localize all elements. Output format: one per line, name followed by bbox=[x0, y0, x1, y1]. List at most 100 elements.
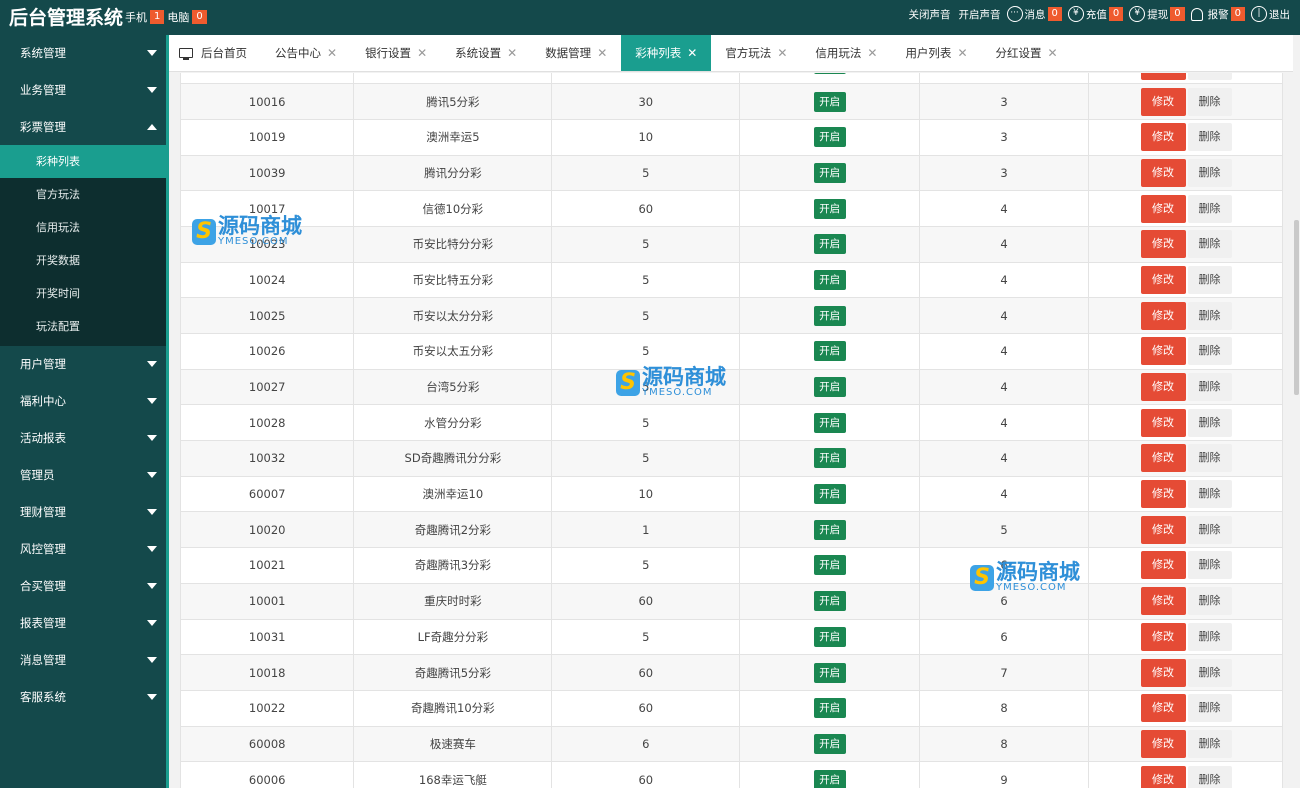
edit-button[interactable]: 修改 bbox=[1140, 337, 1186, 366]
delete-button[interactable]: 删除 bbox=[1187, 408, 1232, 437]
sound-on-link[interactable]: 开启声音 bbox=[959, 7, 1001, 22]
status-open-button[interactable]: 开启 bbox=[813, 341, 846, 362]
delete-button[interactable]: 删除 bbox=[1187, 87, 1232, 116]
scrollbar-thumb[interactable] bbox=[1294, 220, 1299, 395]
edit-button[interactable]: 修改 bbox=[1140, 480, 1186, 509]
delete-button[interactable]: 删除 bbox=[1187, 694, 1232, 723]
delete-button[interactable]: 删除 bbox=[1187, 587, 1232, 616]
menu-support[interactable]: 客服系统 bbox=[0, 679, 166, 716]
delete-button[interactable]: 删除 bbox=[1187, 73, 1232, 80]
edit-button[interactable]: 修改 bbox=[1140, 373, 1186, 402]
submenu-official-play[interactable]: 官方玩法 bbox=[0, 178, 166, 211]
edit-button[interactable]: 修改 bbox=[1140, 73, 1186, 80]
delete-button[interactable]: 删除 bbox=[1187, 658, 1232, 687]
status-open-button[interactable]: 开启 bbox=[813, 162, 846, 183]
menu-welfare[interactable]: 福利中心 bbox=[0, 383, 166, 420]
close-icon[interactable]: ✕ bbox=[687, 46, 697, 60]
tab-data-management[interactable]: 数据管理 ✕ bbox=[531, 35, 621, 71]
sound-off-link[interactable]: 关闭声音 bbox=[909, 7, 951, 22]
tab-dividend-settings[interactable]: 分红设置 ✕ bbox=[982, 35, 1072, 71]
edit-button[interactable]: 修改 bbox=[1140, 87, 1186, 116]
status-open-button[interactable]: 开启 bbox=[813, 555, 846, 576]
edit-button[interactable]: 修改 bbox=[1140, 515, 1186, 544]
edit-button[interactable]: 修改 bbox=[1140, 587, 1186, 616]
edit-button[interactable]: 修改 bbox=[1140, 729, 1186, 758]
edit-button[interactable]: 修改 bbox=[1140, 301, 1186, 330]
close-icon[interactable]: ✕ bbox=[1048, 46, 1058, 60]
edit-button[interactable]: 修改 bbox=[1140, 444, 1186, 473]
status-open-button[interactable]: 开启 bbox=[813, 269, 846, 290]
delete-button[interactable]: 删除 bbox=[1187, 373, 1232, 402]
edit-button[interactable]: 修改 bbox=[1140, 265, 1186, 294]
delete-button[interactable]: 删除 bbox=[1187, 337, 1232, 366]
status-open-button[interactable]: 开启 bbox=[813, 769, 846, 788]
edit-button[interactable]: 修改 bbox=[1140, 622, 1186, 651]
close-icon[interactable]: ✕ bbox=[327, 46, 337, 60]
delete-button[interactable]: 删除 bbox=[1187, 194, 1232, 223]
menu-group-buy[interactable]: 合买管理 bbox=[0, 568, 166, 605]
status-open-button[interactable]: 开启 bbox=[813, 484, 846, 505]
close-icon[interactable]: ✕ bbox=[417, 46, 427, 60]
tab-system-settings[interactable]: 系统设置 ✕ bbox=[441, 35, 531, 71]
delete-button[interactable]: 删除 bbox=[1187, 265, 1232, 294]
delete-button[interactable]: 删除 bbox=[1187, 444, 1232, 473]
status-open-button[interactable]: 开启 bbox=[813, 591, 846, 612]
tab-home[interactable]: 后台首页 bbox=[169, 35, 261, 71]
page-scrollbar[interactable] bbox=[1293, 35, 1300, 788]
menu-business[interactable]: 业务管理 bbox=[0, 72, 166, 109]
menu-system[interactable]: 系统管理 bbox=[0, 35, 166, 72]
close-icon[interactable]: ✕ bbox=[867, 46, 877, 60]
withdraw-button[interactable]: ¥ 提现 0 bbox=[1129, 6, 1185, 22]
delete-button[interactable]: 删除 bbox=[1187, 515, 1232, 544]
edit-button[interactable]: 修改 bbox=[1140, 194, 1186, 223]
recharge-button[interactable]: ¥ 充值 0 bbox=[1067, 6, 1124, 22]
delete-button[interactable]: 删除 bbox=[1187, 622, 1232, 651]
status-open-button[interactable]: 开启 bbox=[813, 519, 846, 540]
status-open-button[interactable]: 开启 bbox=[813, 662, 846, 683]
messages-button[interactable]: ··· 消息 0 bbox=[1006, 6, 1062, 22]
tab-credit-play[interactable]: 信用玩法 ✕ bbox=[801, 35, 891, 71]
submenu-lottery-list[interactable]: 彩种列表 bbox=[0, 145, 166, 178]
delete-button[interactable]: 删除 bbox=[1187, 230, 1232, 259]
delete-button[interactable]: 删除 bbox=[1187, 765, 1232, 788]
menu-activity-report[interactable]: 活动报表 bbox=[0, 420, 166, 457]
edit-button[interactable]: 修改 bbox=[1140, 230, 1186, 259]
status-open-button[interactable]: 开启 bbox=[813, 733, 846, 754]
close-icon[interactable]: ✕ bbox=[597, 46, 607, 60]
delete-button[interactable]: 删除 bbox=[1187, 480, 1232, 509]
delete-button[interactable]: 删除 bbox=[1187, 123, 1232, 152]
submenu-play-config[interactable]: 玩法配置 bbox=[0, 310, 166, 343]
edit-button[interactable]: 修改 bbox=[1140, 408, 1186, 437]
tab-user-list[interactable]: 用户列表 ✕ bbox=[891, 35, 981, 71]
submenu-draw-time[interactable]: 开奖时间 bbox=[0, 277, 166, 310]
status-open-button[interactable]: 开启 bbox=[813, 448, 846, 469]
tab-lottery-list[interactable]: 彩种列表 ✕ bbox=[621, 35, 712, 71]
close-icon[interactable]: ✕ bbox=[957, 46, 967, 60]
submenu-draw-data[interactable]: 开奖数据 bbox=[0, 244, 166, 277]
edit-button[interactable]: 修改 bbox=[1140, 658, 1186, 687]
status-open-button[interactable]: 开启 bbox=[813, 234, 846, 255]
status-open-button[interactable]: 开启 bbox=[813, 377, 846, 398]
status-open-button[interactable]: 开启 bbox=[813, 698, 846, 719]
status-open-button[interactable] bbox=[813, 73, 846, 75]
menu-admins[interactable]: 管理员 bbox=[0, 457, 166, 494]
submenu-credit-play[interactable]: 信用玩法 bbox=[0, 211, 166, 244]
tab-bank-settings[interactable]: 银行设置 ✕ bbox=[351, 35, 441, 71]
edit-button[interactable]: 修改 bbox=[1140, 158, 1186, 187]
edit-button[interactable]: 修改 bbox=[1140, 694, 1186, 723]
edit-button[interactable]: 修改 bbox=[1140, 765, 1186, 788]
menu-finance[interactable]: 理财管理 bbox=[0, 494, 166, 531]
alarm-button[interactable]: 报警 0 bbox=[1190, 7, 1245, 22]
status-open-button[interactable]: 开启 bbox=[813, 127, 846, 148]
menu-messages[interactable]: 消息管理 bbox=[0, 642, 166, 679]
tab-official-play[interactable]: 官方玩法 ✕ bbox=[711, 35, 801, 71]
delete-button[interactable]: 删除 bbox=[1187, 301, 1232, 330]
status-open-button[interactable]: 开启 bbox=[813, 626, 846, 647]
menu-lottery[interactable]: 彩票管理 bbox=[0, 109, 166, 146]
tab-announcements[interactable]: 公告中心 ✕ bbox=[261, 35, 351, 71]
logout-button[interactable]: | 退出 bbox=[1251, 6, 1290, 22]
menu-reports[interactable]: 报表管理 bbox=[0, 605, 166, 642]
status-open-button[interactable]: 开启 bbox=[813, 198, 846, 219]
status-open-button[interactable]: 开启 bbox=[813, 412, 846, 433]
delete-button[interactable]: 删除 bbox=[1187, 551, 1232, 580]
